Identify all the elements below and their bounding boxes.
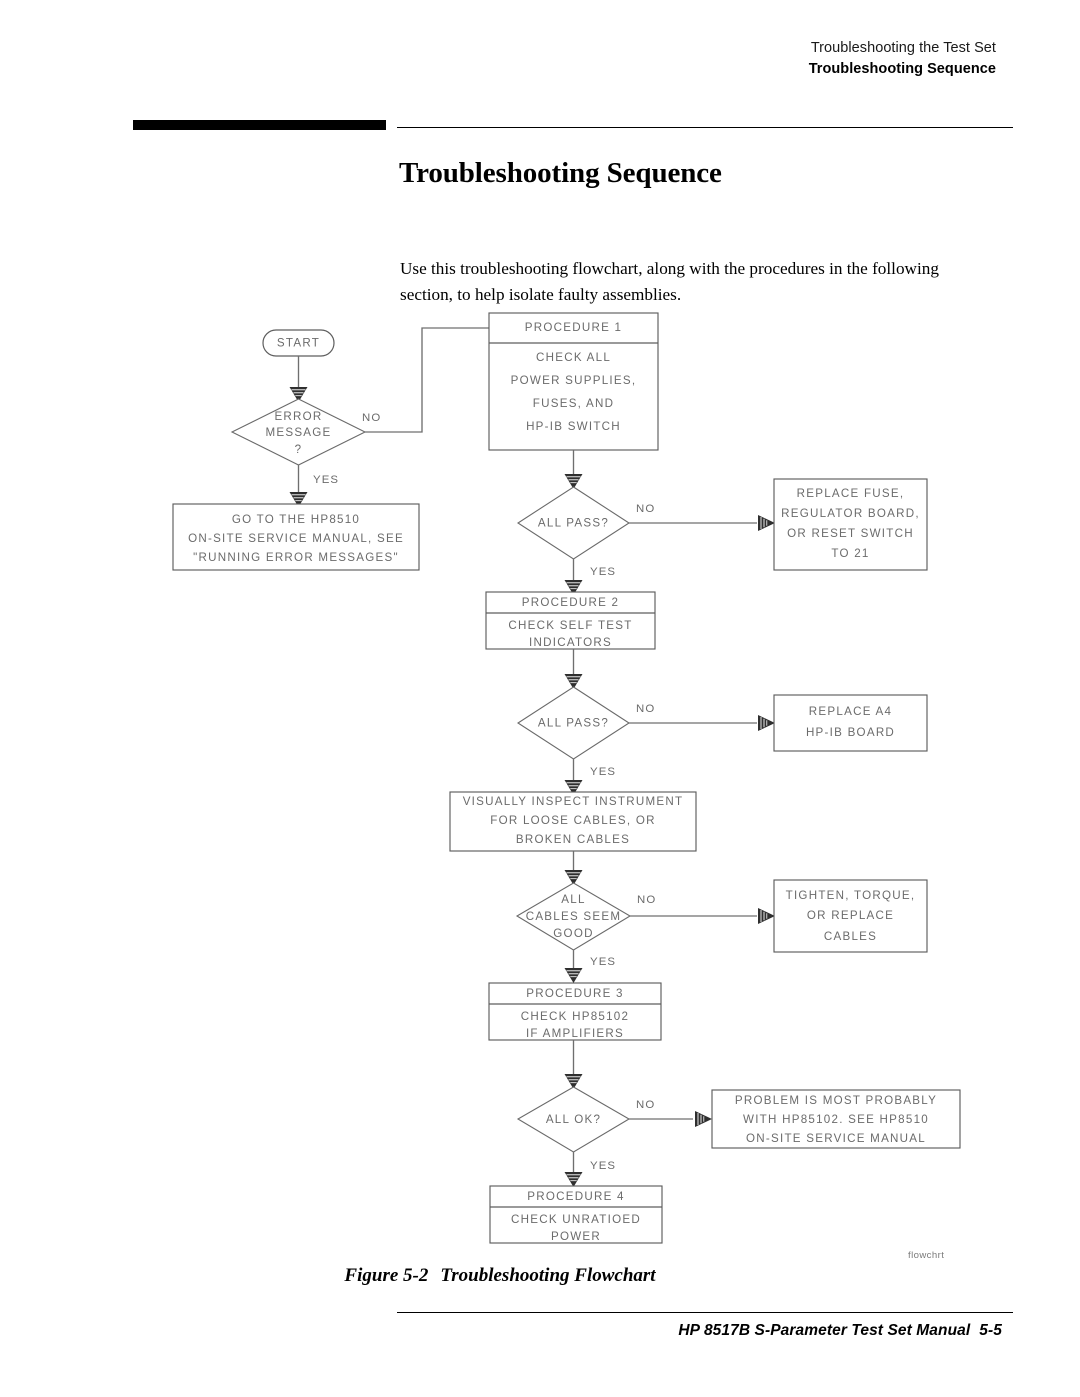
- node-procedure-4: PROCEDURE 4 CHECK UNRATIOED POWER: [489, 1185, 663, 1244]
- node-all-pass-2: ALL PASS?: [516, 686, 631, 760]
- figure-caption: Figure 5-2 Troubleshooting Flowchart: [0, 1265, 1000, 1287]
- footer-manual-title: HP 8517B S-Parameter Test Set Manual: [678, 1322, 971, 1339]
- node-visual-inspect: VISUALLY INSPECT INSTRUMENT FOR LOOSE CA…: [449, 791, 697, 852]
- node-error-message-line3: ?: [295, 443, 303, 456]
- node-error-message-line2: MESSAGE: [265, 426, 331, 439]
- node-error-message-line1: ERROR: [274, 410, 322, 423]
- node-procedure-1-line4: HP-IB SWITCH: [526, 420, 621, 433]
- node-goto-8510-line1: GO TO THE HP8510: [232, 513, 360, 526]
- node-cables-good-line2: CABLES SEEM: [526, 910, 622, 923]
- edge-error-no-to-procedure1: [365, 327, 489, 433]
- node-goto-8510-line3: "RUNNING ERROR MESSAGES": [193, 551, 399, 564]
- node-procedure-1-line1: CHECK ALL: [536, 351, 611, 364]
- node-tighten-cables: TIGHTEN, TORQUE, OR REPLACE CABLES: [773, 879, 928, 953]
- title-black-tab: [133, 120, 386, 130]
- title-rule: [397, 127, 1013, 128]
- branch-label-pass1-yes: YES: [590, 566, 616, 578]
- arrow-right-icon: [757, 907, 776, 925]
- node-procedure-4-line1: CHECK UNRATIOED: [511, 1213, 641, 1226]
- branch-label-pass2-no: NO: [636, 703, 655, 715]
- troubleshooting-flowchart: START ERROR MESSAGE ? NO YES GO TO THE H…: [0, 300, 1000, 1270]
- node-procedure-2: PROCEDURE 2 CHECK SELF TEST INDICATORS: [485, 591, 656, 650]
- node-problem-85102: PROBLEM IS MOST PROBABLY WITH HP85102. S…: [711, 1089, 961, 1149]
- node-procedure-1-line2: POWER SUPPLIES,: [511, 374, 637, 387]
- node-start: START: [262, 329, 335, 357]
- node-replace-fuse: REPLACE FUSE, REGULATOR BOARD, OR RESET …: [773, 478, 928, 571]
- node-procedure-1-line3: FUSES, AND: [533, 397, 614, 410]
- branch-label-pass1-no: NO: [636, 503, 655, 515]
- node-procedure-3: PROCEDURE 3 CHECK HP85102 IF AMPLIFIERS: [488, 982, 662, 1041]
- branch-label-pass2-yes: YES: [590, 766, 616, 778]
- branch-label-cables-yes: YES: [590, 956, 616, 968]
- node-problem-85102-line1: PROBLEM IS MOST PROBABLY: [735, 1094, 937, 1107]
- node-goto-8510-line2: ON-SITE SERVICE MANUAL, SEE: [188, 532, 404, 545]
- figure-title: Troubleshooting Flowchart: [440, 1265, 656, 1286]
- arrow-down-icon: [564, 1171, 583, 1188]
- branch-label-ok-no: NO: [636, 1099, 655, 1111]
- node-procedure-4-title: PROCEDURE 4: [527, 1190, 625, 1203]
- branch-label-ok-yes: YES: [590, 1160, 616, 1172]
- page-footer: HP 8517B S-Parameter Test Set Manual 5-5: [678, 1322, 1002, 1340]
- node-procedure-1: PROCEDURE 1 CHECK ALL POWER SUPPLIES, FU…: [488, 312, 659, 451]
- running-header: Troubleshooting the Test Set Troubleshoo…: [809, 38, 996, 80]
- node-visual-inspect-line1: VISUALLY INSPECT INSTRUMENT: [463, 795, 684, 808]
- figure-number: Figure 5-2: [344, 1265, 429, 1286]
- node-replace-fuse-line4: TO 21: [831, 547, 869, 560]
- branch-label-error-yes: YES: [313, 474, 339, 486]
- node-cables-good-line1: ALL: [561, 893, 585, 906]
- branch-label-error-no: NO: [362, 412, 381, 424]
- node-problem-85102-line3: ON-SITE SERVICE MANUAL: [746, 1132, 926, 1145]
- running-header-section: Troubleshooting Sequence: [808, 61, 996, 78]
- node-all-pass-1-label: ALL PASS?: [538, 517, 609, 530]
- arrow-right-icon: [757, 514, 776, 532]
- node-procedure-2-line1: CHECK SELF TEST: [508, 619, 632, 632]
- branch-label-cables-no: NO: [637, 894, 656, 906]
- node-replace-fuse-line1: REPLACE FUSE,: [797, 487, 905, 500]
- node-replace-a4-line2: HP-IB BOARD: [806, 726, 895, 739]
- node-replace-a4: REPLACE A4 HP-IB BOARD: [773, 694, 928, 752]
- node-tighten-cables-line3: CABLES: [824, 930, 877, 943]
- node-goto-8510: GO TO THE HP8510 ON-SITE SERVICE MANUAL,…: [172, 503, 420, 571]
- node-replace-fuse-line2: REGULATOR BOARD,: [781, 507, 920, 520]
- page-title: Troubleshooting Sequence: [399, 157, 722, 190]
- node-procedure-3-title: PROCEDURE 3: [526, 987, 624, 1000]
- node-procedure-3-line1: CHECK HP85102: [521, 1010, 629, 1023]
- node-start-label: START: [277, 337, 320, 350]
- node-procedure-4-line2: POWER: [551, 1230, 601, 1243]
- node-cables-good: ALL CABLES SEEM GOOD: [515, 882, 632, 951]
- node-procedure-2-line2: INDICATORS: [529, 636, 612, 649]
- node-error-message: ERROR MESSAGE ?: [230, 398, 367, 466]
- node-procedure-1-title: PROCEDURE 1: [525, 321, 623, 334]
- node-procedure-2-title: PROCEDURE 2: [522, 596, 620, 609]
- node-replace-a4-line1: REPLACE A4: [809, 705, 892, 718]
- node-all-ok-label: ALL OK?: [546, 1113, 601, 1126]
- node-visual-inspect-line2: FOR LOOSE CABLES, OR: [490, 814, 655, 827]
- node-all-pass-2-label: ALL PASS?: [538, 717, 609, 730]
- node-all-pass-1: ALL PASS?: [516, 486, 631, 560]
- running-header-chapter: Troubleshooting the Test Set: [810, 40, 996, 56]
- node-tighten-cables-line2: OR REPLACE: [807, 909, 894, 922]
- node-procedure-3-line2: IF AMPLIFIERS: [526, 1027, 624, 1040]
- node-replace-fuse-line3: OR RESET SWITCH: [787, 527, 914, 540]
- node-visual-inspect-line3: BROKEN CABLES: [516, 833, 630, 846]
- flowchart-credit: flowchrt: [908, 1250, 944, 1261]
- footer-rule: [397, 1312, 1013, 1313]
- node-all-ok: ALL OK?: [516, 1086, 631, 1153]
- node-cables-good-line3: GOOD: [553, 927, 593, 940]
- arrow-right-icon: [757, 714, 776, 732]
- arrow-down-icon: [564, 967, 583, 984]
- node-tighten-cables-line1: TIGHTEN, TORQUE,: [786, 889, 916, 902]
- footer-page-number: 5-5: [979, 1322, 1002, 1339]
- arrow-right-icon: [694, 1110, 713, 1128]
- node-problem-85102-line2: WITH HP85102. SEE HP8510: [743, 1113, 929, 1126]
